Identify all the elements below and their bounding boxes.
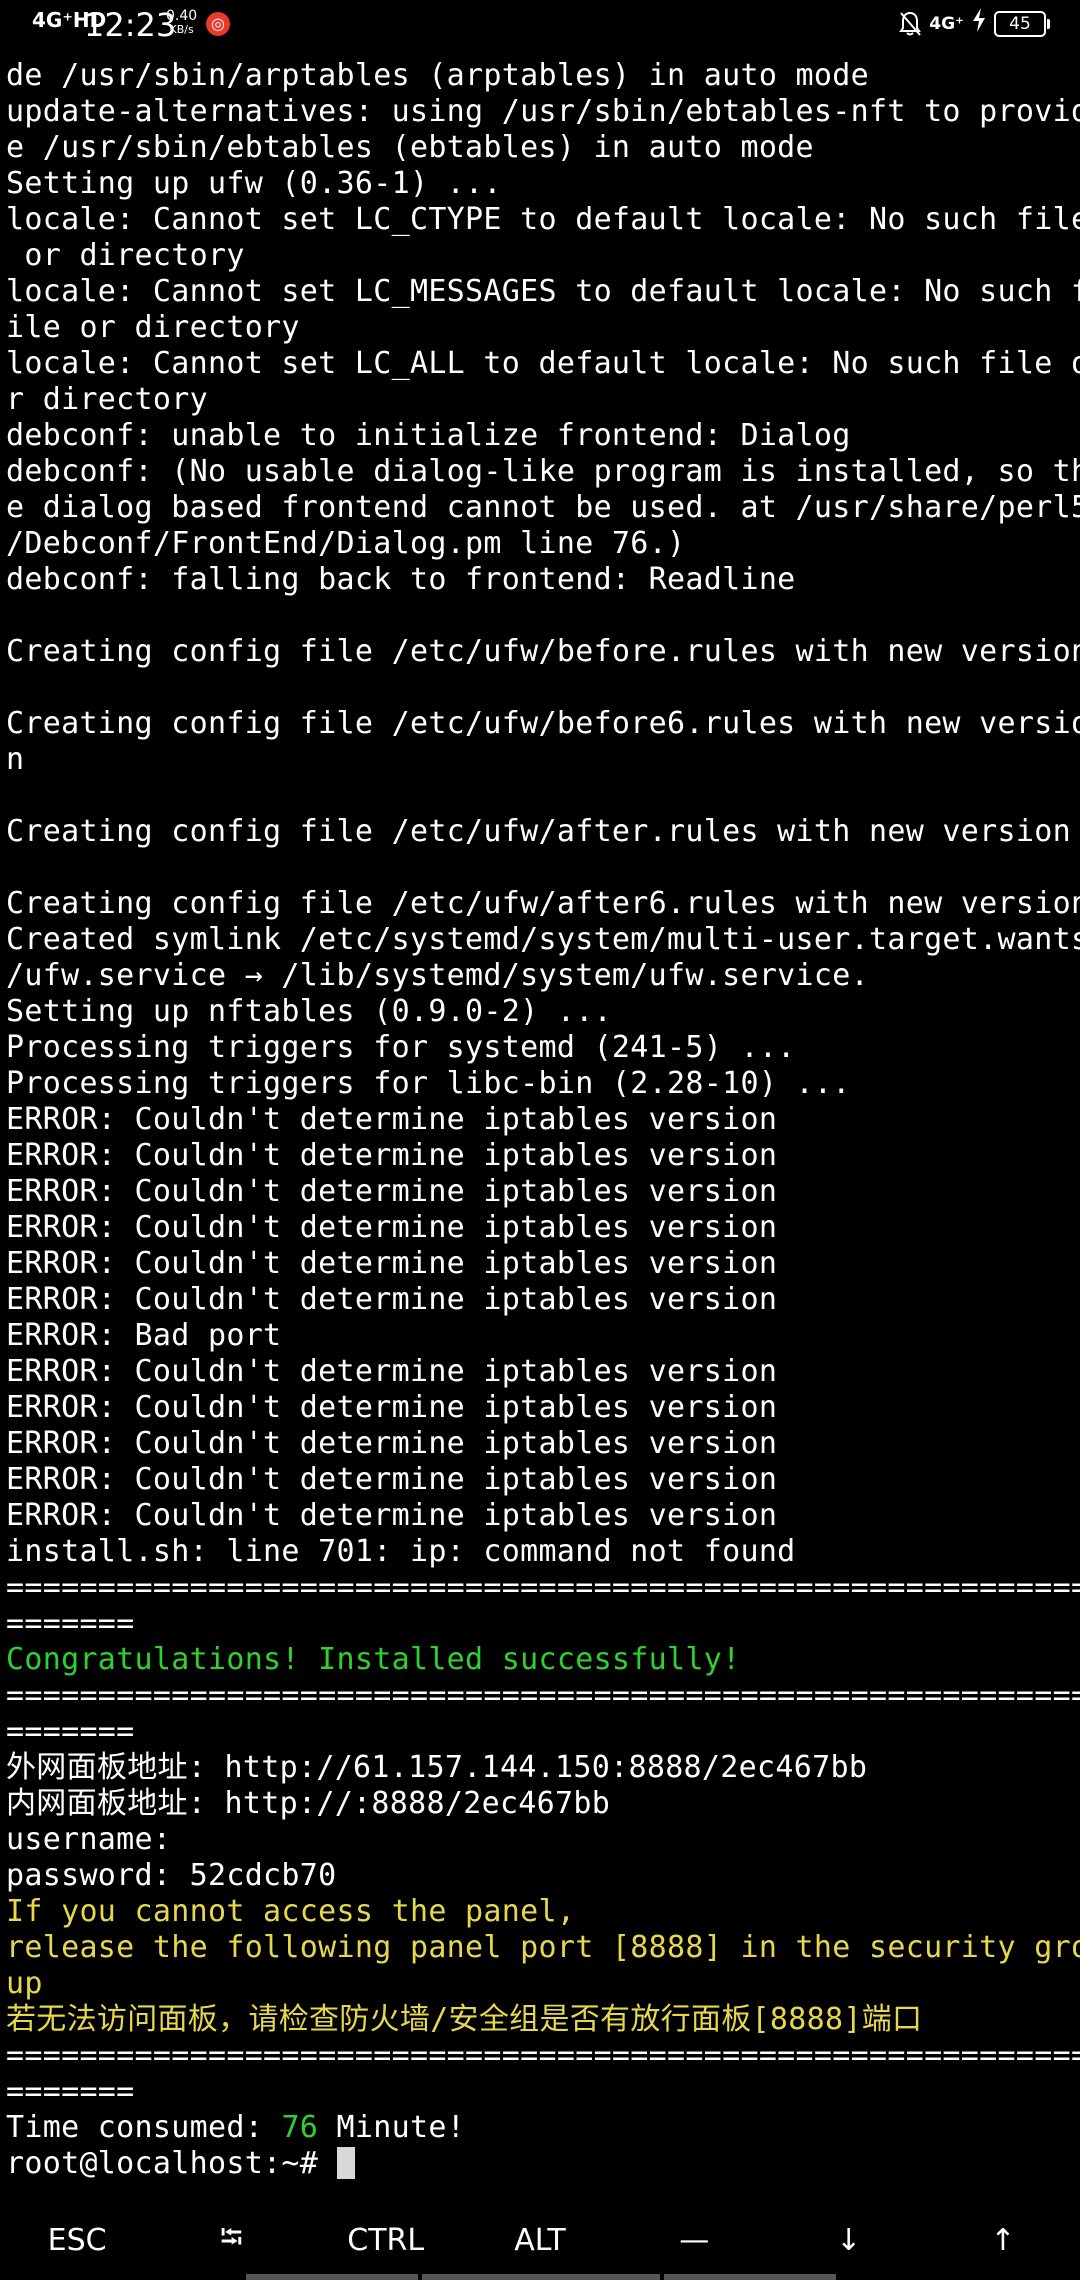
terminal-line: r directory — [6, 382, 208, 417]
terminal-line: ERROR: Couldn't determine iptables versi… — [6, 1354, 778, 1389]
terminal-line: ======= — [6, 2074, 135, 2109]
text-cursor — [336, 2147, 355, 2179]
terminal-line: or directory — [6, 238, 245, 273]
terminal-line: Creating config file /etc/ufw/after6.rul… — [6, 886, 1080, 921]
terminal-line: ERROR: Bad port — [6, 1318, 282, 1353]
terminal-line: install.sh: line 701: ip: command not fo… — [6, 1534, 796, 1569]
battery-icon: 45 — [994, 11, 1050, 37]
terminal-line: ======= — [6, 1606, 135, 1641]
status-bar: 4G⁺HD 12:23 0.40 KB/s ◎ 4G⁺ 45 — [0, 0, 1080, 50]
dash-key[interactable]: — — [617, 2200, 771, 2280]
extra-keys-bar: ESC ⭾ CTRL ALT — ↓ ↑ — [0, 2200, 1080, 2280]
terminal-line: Creating config file /etc/ufw/before.rul… — [6, 634, 1080, 669]
terminal-line: locale: Cannot set LC_CTYPE to default l… — [6, 202, 1080, 237]
time-consumed-value: 76 — [281, 2110, 319, 2145]
shell-prompt-line[interactable]: root@localhost:~# — [6, 2146, 1080, 2182]
terminal-line: ERROR: Couldn't determine iptables versi… — [6, 1282, 778, 1317]
status-right-icons: 4G⁺ 45 — [899, 8, 1050, 40]
ctrl-key[interactable]: CTRL — [309, 2200, 463, 2280]
terminal-line: ERROR: Couldn't determine iptables versi… — [6, 1462, 778, 1497]
terminal-line: ERROR: Couldn't determine iptables versi… — [6, 1426, 778, 1461]
network-speed-unit: KB/s — [169, 23, 194, 36]
terminal-line: Creating config file /etc/ufw/before6.ru… — [6, 706, 1080, 741]
terminal-line: de /usr/sbin/arptables (arptables) in au… — [6, 58, 869, 93]
terminal-line: up — [6, 1966, 43, 2001]
network-speed-value: 0.40 — [166, 8, 198, 24]
time-consumed-suffix: Minute! — [318, 2110, 466, 2145]
terminal-output[interactable]: de /usr/sbin/arptables (arptables) in au… — [6, 58, 1080, 2182]
terminal-line: ERROR: Couldn't determine iptables versi… — [6, 1390, 778, 1425]
terminal-line: Processing triggers for libc-bin (2.28-1… — [6, 1066, 851, 1101]
terminal-line: Congratulations! Installed successfully! — [6, 1642, 741, 1677]
terminal-line: locale: Cannot set LC_ALL to default loc… — [6, 346, 1080, 381]
terminal-line: ERROR: Couldn't determine iptables versi… — [6, 1210, 778, 1245]
terminal-line: debconf: falling back to frontend: Readl… — [6, 562, 796, 597]
terminal-line: e dialog based frontend cannot be used. … — [6, 490, 1080, 525]
terminal-line: ile or directory — [6, 310, 300, 345]
terminal-line: debconf: unable to initialize frontend: … — [6, 418, 851, 453]
esc-key[interactable]: ESC — [0, 2200, 154, 2280]
charging-icon — [972, 8, 986, 40]
terminal-line: /ufw.service → /lib/systemd/system/ufw.s… — [6, 958, 869, 993]
arrow-down-key[interactable]: ↓ — [771, 2200, 925, 2280]
terminal-line: Created symlink /etc/systemd/system/mult… — [6, 922, 1080, 957]
arrow-up-key[interactable]: ↑ — [926, 2200, 1080, 2280]
weibo-icon: ◎ — [206, 12, 230, 36]
terminal-line: ERROR: Couldn't determine iptables versi… — [6, 1102, 778, 1137]
keyboard-drag-handle — [664, 2274, 836, 2280]
terminal-line: Setting up ufw (0.36-1) ... — [6, 166, 502, 201]
battery-level: 45 — [1009, 14, 1031, 34]
terminal-line: /Debconf/FrontEnd/Dialog.pm line 76.) — [6, 526, 686, 561]
terminal-line: n — [6, 742, 25, 777]
terminal-line: ERROR: Couldn't determine iptables versi… — [6, 1174, 778, 1209]
terminal-line: ========================================… — [6, 2038, 1080, 2073]
terminal-line: Creating config file /etc/ufw/after.rule… — [6, 814, 1071, 849]
terminal-line: ERROR: Couldn't determine iptables versi… — [6, 1246, 778, 1281]
network-speed: 0.40 KB/s — [166, 9, 197, 36]
terminal-line: If you cannot access the panel, — [6, 1894, 576, 1929]
keyboard-drag-handle — [422, 2274, 660, 2280]
alt-key[interactable]: ALT — [463, 2200, 617, 2280]
keyboard-drag-handle — [246, 2274, 418, 2280]
terminal-line: 内网面板地址: http://:8888/2ec467bb — [6, 1786, 611, 1821]
terminal-line: ========================================… — [6, 1570, 1080, 1605]
terminal-line: ======= — [6, 1714, 135, 1749]
time-consumed-prefix: Time consumed: — [6, 2110, 282, 2145]
terminal-line: username: — [6, 1822, 172, 1857]
status-time: 12:23 — [84, 6, 177, 44]
tab-key[interactable]: ⭾ — [154, 2200, 308, 2280]
terminal-line: locale: Cannot set LC_MESSAGES to defaul… — [6, 274, 1080, 309]
mute-bell-icon — [899, 11, 922, 37]
terminal-line: Setting up nftables (0.9.0-2) ... — [6, 994, 612, 1029]
shell-prompt: root@localhost:~# — [6, 2146, 337, 2181]
terminal-line: ERROR: Couldn't determine iptables versi… — [6, 1498, 778, 1533]
terminal-line: 外网面板地址: http://61.157.144.150:8888/2ec46… — [6, 1750, 868, 1785]
terminal-line: update-alternatives: using /usr/sbin/ebt… — [6, 94, 1080, 129]
terminal-line: 若无法访问面板，请检查防火墙/安全组是否有放行面板[8888]端口 — [6, 2002, 923, 2037]
time-consumed-line: Time consumed: 76 Minute! — [6, 2110, 1080, 2146]
terminal-line: password: 52cdcb70 — [6, 1858, 337, 1893]
terminal-line: ERROR: Couldn't determine iptables versi… — [6, 1138, 778, 1173]
signal-icon: 4G⁺ — [929, 14, 964, 34]
terminal-line: ========================================… — [6, 1678, 1080, 1713]
terminal-line: e /usr/sbin/ebtables (ebtables) in auto … — [6, 130, 814, 165]
terminal-line: release the following panel port [8888] … — [6, 1930, 1080, 1965]
terminal-line: Processing triggers for systemd (241-5) … — [6, 1030, 796, 1065]
terminal-line: debconf: (No usable dialog-like program … — [6, 454, 1080, 489]
